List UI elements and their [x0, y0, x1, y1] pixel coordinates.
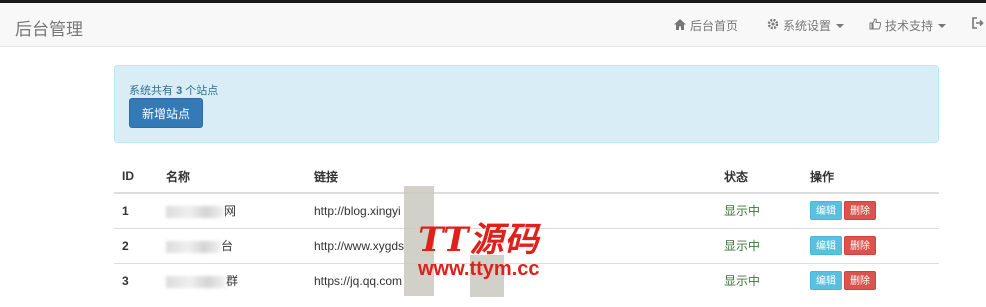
delete-button[interactable]: 删除 [844, 201, 876, 221]
nav-item-settings[interactable]: 系统设置 [767, 17, 845, 34]
nav-item-home[interactable]: 后台首页 [674, 17, 738, 34]
logout-icon [972, 17, 984, 32]
row-status: 显示中 [716, 262, 802, 298]
blurred-text [166, 206, 224, 219]
row-actions: 编辑 删除 [802, 192, 939, 228]
site-count-value: 3 [176, 85, 183, 97]
row-name: 台 [158, 227, 306, 263]
nav-item-support[interactable]: 技术支持 [869, 17, 947, 34]
delete-button[interactable]: 删除 [844, 271, 876, 291]
column-header-status: 状态 [716, 160, 802, 194]
row-id: 2 [114, 227, 158, 263]
site-count-text: 系统共有 3 个站点 [129, 82, 218, 98]
row-name: 网 [158, 192, 306, 228]
row-actions: 编辑 删除 [802, 262, 939, 298]
column-header-actions: 操作 [802, 160, 939, 194]
edit-button[interactable]: 编辑 [810, 236, 842, 255]
navbar: 后台管理 后台首页 系统设置 技术支持 [0, 3, 986, 47]
gear-icon [767, 18, 779, 33]
chevron-down-icon [938, 23, 947, 28]
row-id: 3 [114, 262, 158, 298]
watermark-title: TT源码 [418, 220, 540, 260]
row-name-text: 台 [221, 239, 234, 253]
thumbs-up-icon [869, 18, 882, 33]
brand-title[interactable]: 后台管理 [15, 15, 83, 40]
site-count-alert: 系统共有 3 个站点 新增站点 [114, 65, 939, 143]
delete-button[interactable]: 删除 [844, 236, 876, 255]
row-name-text: 网 [224, 204, 237, 219]
row-id: 1 [114, 192, 158, 228]
blurred-text [166, 276, 226, 289]
column-header-name: 名称 [158, 160, 306, 194]
blurred-text [166, 240, 221, 253]
row-actions: 编辑 删除 [802, 227, 939, 263]
site-count-suffix: 个站点 [185, 85, 219, 97]
chevron-down-icon [836, 23, 845, 28]
table-header-row: ID 名称 链接 状态 操作 [114, 160, 939, 194]
nav-item-settings-label: 系统设置 [783, 19, 832, 33]
add-site-button[interactable]: 新增站点 [129, 98, 203, 128]
nav-item-support-label: 技术支持 [885, 19, 934, 33]
home-icon [674, 18, 686, 33]
row-status: 显示中 [716, 227, 802, 263]
column-header-url: 链接 [306, 160, 716, 194]
edit-button[interactable]: 编辑 [810, 271, 842, 291]
watermark-url: www.ttym.cc [418, 258, 540, 280]
row-name-text: 群 [226, 274, 239, 289]
column-header-id: ID [114, 160, 158, 194]
row-status: 显示中 [716, 192, 802, 228]
nav-item-home-label: 后台首页 [690, 19, 739, 33]
edit-button[interactable]: 编辑 [810, 201, 842, 221]
site-count-prefix: 系统共有 [129, 85, 173, 97]
row-name: 群 [158, 262, 306, 298]
logout-button[interactable] [972, 17, 984, 32]
watermark: TT源码 www.ttym.cc [418, 222, 540, 280]
